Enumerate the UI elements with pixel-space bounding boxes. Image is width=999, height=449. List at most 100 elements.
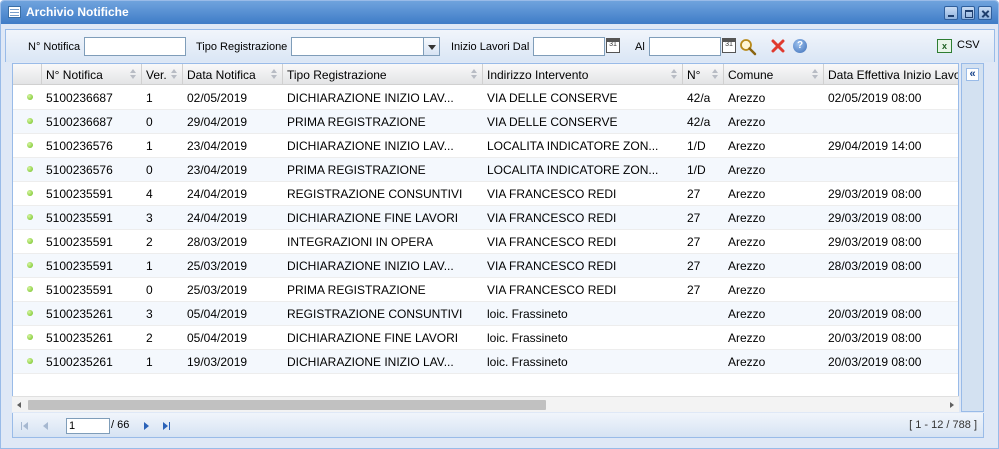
paging-toolbar: / 66 [ 1 - 12 / 788 ] — [12, 413, 984, 438]
tipo-registrazione-label: Tipo Registrazione — [196, 41, 288, 53]
cell-n-notifica: 5100235591 — [46, 283, 113, 297]
help-icon[interactable]: ? — [793, 39, 807, 53]
cell-civico — [683, 326, 724, 349]
table-row[interactable]: 5100235261 3 05/04/2019 REGISTRAZIONE CONSU… — [13, 302, 958, 326]
column-header-n-notifica[interactable]: N° Notifica — [42, 64, 142, 85]
status-dot-icon — [27, 118, 33, 124]
scroll-right-icon[interactable] — [950, 402, 954, 408]
last-page-icon[interactable] — [163, 422, 171, 430]
cell-indirizzo-intervento: VIA FRANCESCO REDI — [487, 283, 617, 297]
cell-data-notifica: 23/04/2019 — [187, 139, 248, 153]
table-row[interactable]: 5100235261 1 19/03/2019 DICHIARAZIONE INIZI… — [13, 350, 958, 374]
cell-indirizzo-intervento: VIA DELLE CONSERVE — [487, 91, 618, 105]
horizontal-scrollbar[interactable] — [12, 396, 959, 412]
inizio-lavori-dal-input[interactable] — [533, 37, 605, 56]
cell-comune: Arezzo — [728, 211, 766, 225]
cell-comune: Arezzo — [728, 91, 766, 105]
cell-data-effettiva-inizio: 29/03/2019 08:00 — [828, 187, 922, 201]
excel-icon: x — [937, 39, 952, 53]
table-row[interactable]: 5100236576 0 23/04/2019 PRIMA REGISTRAZIONE… — [13, 158, 958, 182]
cell-n-notifica: 5100236687 — [46, 115, 113, 129]
table-row[interactable]: 5100235591 3 24/04/2019 DICHIARAZIONE FINE … — [13, 206, 958, 230]
cell-tipo-registrazione: REGISTRAZIONE CONSUNTIVI — [287, 307, 463, 321]
al-input[interactable] — [649, 37, 721, 56]
column-header-tipo-registrazione[interactable]: Tipo Registrazione — [283, 64, 483, 85]
status-dot-icon — [27, 214, 33, 220]
cell-data-effettiva-inizio — [824, 158, 958, 181]
cell-comune: Arezzo — [728, 307, 766, 321]
table-row[interactable]: 5100236576 1 23/04/2019 DICHIARAZIONE INIZI… — [13, 134, 958, 158]
cell-tipo-registrazione: REGISTRAZIONE CONSUNTIVI — [287, 187, 463, 201]
cell-civico: 42/a — [687, 91, 711, 105]
close-button[interactable] — [978, 6, 992, 20]
cell-data-notifica: 02/05/2019 — [187, 91, 248, 105]
status-dot-icon — [27, 142, 33, 148]
cell-indirizzo-intervento: LOCALITA INDICATORE ZON... — [487, 163, 659, 177]
maximize-button[interactable] — [961, 6, 975, 20]
window-title: Archivio Notifiche — [26, 5, 129, 19]
window-titlebar[interactable]: Archivio Notifiche — [1, 1, 998, 24]
sort-icon — [271, 69, 278, 80]
scrollbar-thumb[interactable] — [28, 400, 546, 410]
table-row[interactable]: 5100236687 1 02/05/2019 DICHIARAZIONE INIZI… — [13, 86, 958, 110]
cell-ver: 2 — [146, 235, 153, 249]
cell-tipo-registrazione: DICHIARAZIONE FINE LAVORI — [287, 331, 459, 345]
table-row[interactable]: 5100235591 2 28/03/2019 INTEGRAZIONI IN OPE… — [13, 230, 958, 254]
cell-indirizzo-intervento: LOCALITA INDICATORE ZON... — [487, 139, 659, 153]
clear-filter-icon[interactable] — [771, 39, 785, 53]
n-notifica-input[interactable] — [84, 37, 186, 56]
cell-comune: Arezzo — [728, 163, 766, 177]
cell-data-effettiva-inizio: 29/04/2019 14:00 — [828, 139, 922, 153]
cell-comune: Arezzo — [728, 331, 766, 345]
cell-tipo-registrazione: DICHIARAZIONE INIZIO LAV... — [287, 91, 454, 105]
cell-ver: 1 — [146, 91, 153, 105]
minimize-button[interactable] — [944, 6, 958, 20]
status-dot-icon — [27, 334, 33, 340]
page-number-input[interactable] — [66, 418, 110, 434]
cell-indirizzo-intervento: VIA FRANCESCO REDI — [487, 259, 617, 273]
column-header-civico[interactable]: N° — [683, 64, 724, 85]
cell-civico: 42/a — [687, 115, 711, 129]
table-row[interactable]: 5100235591 0 25/03/2019 PRIMA REGISTRAZIONE… — [13, 278, 958, 302]
cell-data-notifica: 05/04/2019 — [187, 331, 248, 345]
cell-tipo-registrazione: PRIMA REGISTRAZIONE — [287, 163, 426, 177]
table-row[interactable]: 5100236687 0 29/04/2019 PRIMA REGISTRAZIONE… — [13, 110, 958, 134]
table-row[interactable]: 5100235591 4 24/04/2019 REGISTRAZIONE CONSU… — [13, 182, 958, 206]
chevron-down-icon[interactable] — [423, 37, 440, 56]
cell-civico — [683, 350, 724, 373]
cell-n-notifica: 5100235261 — [46, 331, 113, 345]
table-row[interactable]: 5100235261 2 05/04/2019 DICHIARAZIONE FINE … — [13, 326, 958, 350]
calendar-icon[interactable]: 31 — [606, 38, 620, 53]
cell-indirizzo-intervento: loic. Frassineto — [487, 307, 568, 321]
sort-icon — [812, 69, 819, 80]
previous-page-icon[interactable] — [43, 422, 48, 430]
first-page-icon[interactable] — [21, 422, 29, 430]
status-dot-icon — [27, 310, 33, 316]
calendar-icon[interactable]: 31 — [722, 38, 736, 53]
sort-icon — [130, 69, 137, 80]
csv-export-button[interactable]: x CSV — [935, 36, 987, 56]
cell-data-notifica: 29/04/2019 — [187, 115, 248, 129]
column-header-indirizzo-intervento[interactable]: Indirizzo Intervento — [483, 64, 683, 85]
total-pages: / 66 — [111, 419, 130, 431]
column-header-ver[interactable]: Ver. — [142, 64, 183, 85]
scroll-left-icon[interactable] — [17, 402, 21, 408]
cell-ver: 1 — [146, 355, 153, 369]
tipo-registrazione-combo[interactable] — [291, 37, 424, 56]
column-header-data-effettiva-inizio-lavori[interactable]: Data Effettiva Inizio Lavori — [824, 64, 958, 85]
csv-label: CSV — [957, 39, 980, 51]
cell-ver: 1 — [146, 139, 153, 153]
column-header-comune[interactable]: Comune — [724, 64, 824, 85]
cell-civico: 27 — [687, 211, 701, 225]
expand-panel-button[interactable]: « — [966, 68, 979, 81]
next-page-icon[interactable] — [144, 422, 149, 430]
cell-ver: 3 — [146, 307, 153, 321]
table-row[interactable]: 5100235591 1 25/03/2019 DICHIARAZIONE INIZI… — [13, 254, 958, 278]
cell-comune: Arezzo — [728, 283, 766, 297]
cell-tipo-registrazione: DICHIARAZIONE INIZIO LAV... — [287, 355, 454, 369]
cell-data-notifica: 24/04/2019 — [187, 187, 248, 201]
cell-n-notifica: 5100236576 — [46, 139, 113, 153]
cell-civico — [683, 302, 724, 325]
column-header-data-notifica[interactable]: Data Notifica — [183, 64, 283, 85]
search-icon[interactable] — [739, 38, 757, 56]
